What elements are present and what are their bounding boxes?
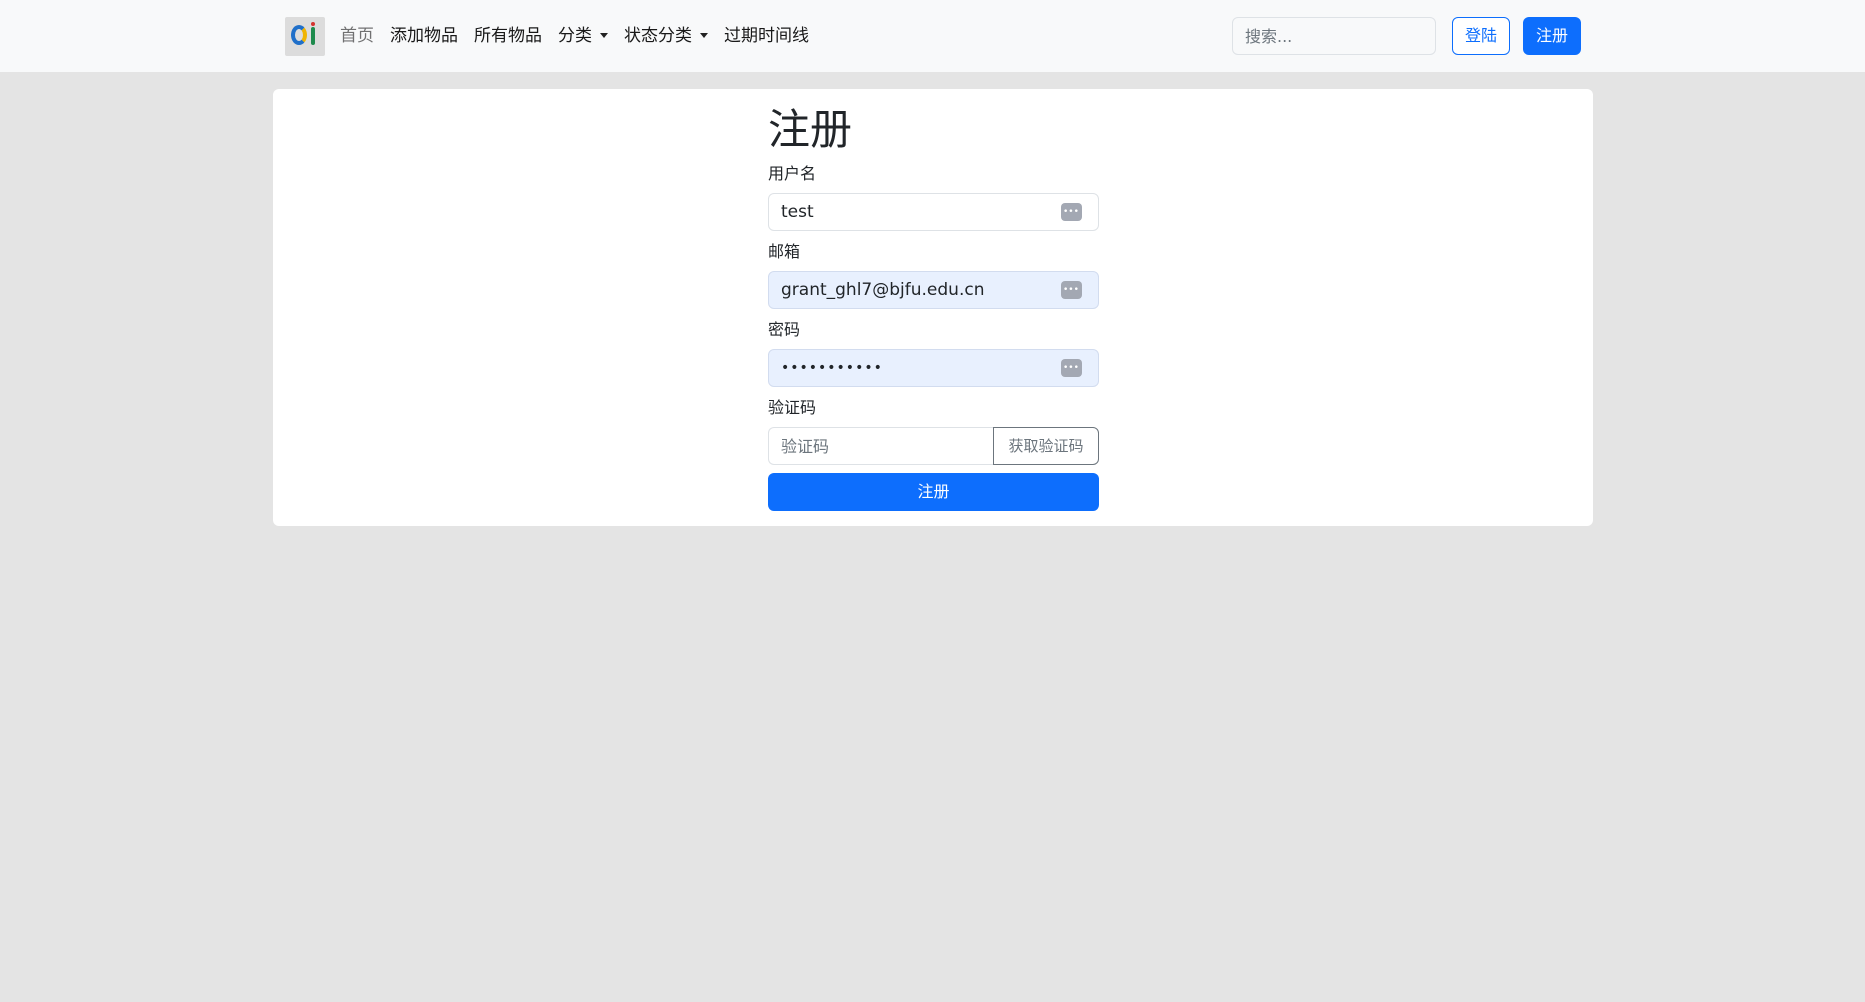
register-card: 注册 用户名 test 邮箱 grant_ghl7@bjfu.edu.cn 密码… — [273, 89, 1593, 526]
password-field[interactable]: ••••••••••• — [768, 349, 1099, 387]
nav-item-status-category-label: 状态分类 — [624, 26, 692, 46]
nav-item-expiry-timeline[interactable]: 过期时间线 — [716, 22, 817, 50]
nav-item-status-category-dropdown[interactable]: 状态分类 — [616, 22, 716, 50]
nav-item-add-item[interactable]: 添加物品 — [382, 22, 466, 50]
email-value: grant_ghl7@bjfu.edu.cn — [781, 280, 985, 300]
site-logo-icon[interactable] — [285, 17, 325, 56]
captcha-input[interactable] — [768, 427, 993, 465]
page-title: 注册 — [768, 105, 853, 154]
captcha-label: 验证码 — [768, 398, 817, 417]
caret-down-icon — [600, 33, 608, 38]
search-input[interactable] — [1232, 17, 1436, 55]
username-field[interactable]: test — [768, 193, 1099, 231]
register-nav-button[interactable]: 注册 — [1523, 17, 1581, 55]
logo-dot-mark — [311, 22, 315, 26]
logo-g-mark — [291, 25, 307, 45]
password-value: ••••••••••• — [781, 360, 883, 376]
logo-i-mark — [311, 27, 315, 45]
nav-item-category-dropdown[interactable]: 分类 — [550, 22, 616, 50]
top-navbar: 首页 添加物品 所有物品 分类 状态分类 过期时间线 登陆 注册 — [0, 0, 1865, 72]
nav-item-home[interactable]: 首页 — [332, 22, 382, 50]
password-manager-key-icon[interactable] — [1061, 359, 1082, 377]
register-submit-button[interactable]: 注册 — [768, 473, 1099, 511]
password-manager-key-icon[interactable] — [1061, 203, 1082, 221]
username-value: test — [781, 202, 814, 222]
get-captcha-button[interactable]: 获取验证码 — [993, 427, 1099, 465]
login-button[interactable]: 登陆 — [1452, 17, 1510, 55]
password-label: 密码 — [768, 320, 801, 339]
email-label: 邮箱 — [768, 242, 801, 261]
password-manager-key-icon[interactable] — [1061, 281, 1082, 299]
caret-down-icon — [700, 33, 708, 38]
nav-item-category-label: 分类 — [558, 26, 592, 46]
username-label: 用户名 — [768, 164, 817, 183]
nav-item-all-items[interactable]: 所有物品 — [466, 22, 550, 50]
nav-links: 首页 添加物品 所有物品 分类 状态分类 过期时间线 — [332, 22, 817, 50]
email-field[interactable]: grant_ghl7@bjfu.edu.cn — [768, 271, 1099, 309]
